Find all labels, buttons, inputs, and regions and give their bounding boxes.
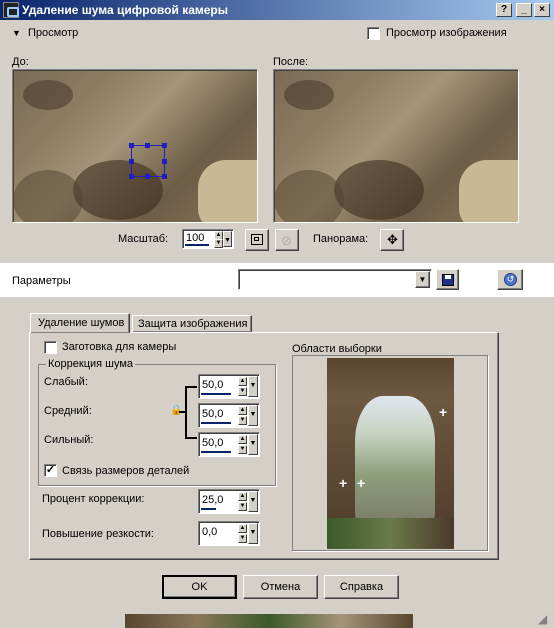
dropdown-arrow-icon[interactable]: ▼ bbox=[415, 271, 430, 288]
app-icon bbox=[3, 2, 19, 18]
show-image-checkbox[interactable] bbox=[367, 27, 380, 40]
weak-label: Слабый: bbox=[44, 376, 88, 388]
arrow-down-icon[interactable]: ▼ bbox=[238, 534, 247, 543]
title-bar[interactable]: Удаление шума цифровой камеры ? _ × bbox=[0, 0, 554, 20]
pan-label: Панорама: bbox=[313, 233, 369, 245]
parameters-label: Параметры bbox=[12, 275, 71, 287]
zoom-fit-button[interactable] bbox=[245, 229, 269, 251]
triangle-down-icon: ▼ bbox=[12, 28, 21, 38]
sample-areas-title: Области выборки bbox=[292, 343, 382, 355]
correction-stepper[interactable]: 25,0 ▲ ▼ ▼ bbox=[198, 489, 260, 514]
camera-preset-checkbox[interactable] bbox=[44, 341, 57, 354]
after-label: После: bbox=[273, 56, 309, 68]
cave-opening bbox=[355, 396, 435, 526]
arrow-up-icon[interactable]: ▲ bbox=[238, 377, 247, 386]
help-button[interactable]: Справка bbox=[324, 575, 399, 599]
background-image-strip bbox=[125, 614, 413, 628]
resize-grip-icon[interactable]: ◢ bbox=[538, 612, 552, 626]
sample-marker-icon[interactable]: + bbox=[357, 475, 365, 491]
dropdown-icon[interactable]: ▼ bbox=[248, 405, 258, 426]
close-icon[interactable]: × bbox=[534, 3, 550, 17]
floppy-disk-icon bbox=[442, 274, 454, 286]
cave-floor bbox=[327, 518, 454, 549]
help-icon[interactable]: ? bbox=[496, 3, 512, 17]
arrow-up-icon[interactable]: ▲ bbox=[238, 435, 247, 444]
after-preview[interactable] bbox=[273, 69, 519, 223]
zoom-label: Масштаб: bbox=[118, 233, 169, 245]
no-entry-icon: ⊘ bbox=[281, 233, 292, 248]
preview-toggle-label: Просмотр bbox=[28, 27, 79, 39]
show-image-label: Просмотр изображения bbox=[386, 27, 507, 39]
reset-button[interactable]: ↺ bbox=[497, 269, 523, 290]
weak-stepper[interactable]: 50,0 ▲ ▼ ▼ bbox=[198, 374, 260, 399]
fit-window-icon bbox=[251, 234, 263, 245]
preset-select[interactable]: ▼ bbox=[238, 269, 432, 290]
cancel-button[interactable]: Отмена bbox=[243, 575, 318, 599]
correction-label: Процент коррекции: bbox=[42, 493, 145, 505]
move-icon: ✥ bbox=[387, 232, 398, 247]
arrow-down-icon[interactable]: ▼ bbox=[238, 502, 247, 511]
sample-marker-icon[interactable]: + bbox=[439, 404, 447, 420]
before-label: До: bbox=[12, 56, 29, 68]
tab-noise-removal[interactable]: Удаление шумов bbox=[30, 313, 130, 333]
arrow-down-icon[interactable]: ▼ bbox=[238, 445, 247, 454]
reset-zoom-button[interactable]: ⊘ bbox=[275, 229, 299, 251]
arrow-up-icon[interactable]: ▲ bbox=[238, 492, 247, 501]
medium-stepper[interactable]: 50,0 ▲ ▼ ▼ bbox=[198, 403, 260, 428]
pan-button[interactable]: ✥ bbox=[380, 229, 404, 251]
strong-stepper[interactable]: 50,0 ▲ ▼ ▼ bbox=[198, 432, 260, 457]
arrow-down-icon[interactable]: ▼ bbox=[238, 387, 247, 396]
selection-box[interactable] bbox=[129, 143, 167, 179]
sharpen-stepper[interactable]: 0,0 ▲ ▼ ▼ bbox=[198, 521, 260, 546]
arrow-down-icon[interactable]: ▼ bbox=[238, 416, 247, 425]
strong-label: Сильный: bbox=[44, 434, 94, 446]
minimize-icon[interactable]: _ bbox=[516, 3, 532, 17]
tab-panel: Заготовка для камеры Коррекция шума Слаб… bbox=[29, 332, 499, 560]
dropdown-icon[interactable]: ▼ bbox=[223, 231, 232, 247]
arrow-down-icon[interactable]: ▼ bbox=[214, 239, 223, 248]
zoom-stepper[interactable]: 100 ▲ ▼ ▼ bbox=[182, 229, 234, 249]
zoom-value: 100 bbox=[186, 232, 205, 244]
link-details-label: Связь размеров деталей bbox=[62, 465, 190, 477]
dropdown-icon[interactable]: ▼ bbox=[248, 376, 258, 397]
camera-preset-label: Заготовка для камеры bbox=[62, 341, 177, 353]
sample-marker-icon[interactable]: + bbox=[339, 475, 347, 491]
save-preset-button[interactable] bbox=[436, 269, 459, 290]
before-preview[interactable] bbox=[12, 69, 258, 223]
ok-button[interactable]: OK bbox=[162, 575, 237, 599]
arrow-up-icon[interactable]: ▲ bbox=[238, 406, 247, 415]
preview-toggle[interactable]: ▼ Просмотр bbox=[12, 27, 132, 41]
sample-image[interactable]: + + + bbox=[327, 358, 454, 549]
medium-label: Средний: bbox=[44, 405, 92, 417]
window-title: Удаление шума цифровой камеры bbox=[22, 3, 228, 17]
noise-correction-title: Коррекция шума bbox=[46, 358, 136, 370]
link-details-checkbox[interactable]: ✓ bbox=[44, 464, 57, 477]
dropdown-icon[interactable]: ▼ bbox=[248, 434, 258, 455]
dialog-window: Удаление шума цифровой камеры ? _ × ▼ Пр… bbox=[0, 0, 554, 628]
undo-icon: ↺ bbox=[504, 273, 517, 286]
dropdown-icon[interactable]: ▼ bbox=[248, 523, 258, 544]
parameters-bar: Параметры ▼ ↺ bbox=[0, 263, 554, 297]
tab-image-protection[interactable]: Защита изображения bbox=[132, 315, 252, 332]
arrow-up-icon[interactable]: ▲ bbox=[238, 524, 247, 533]
sharpen-label: Повышение резкости: bbox=[42, 528, 154, 540]
link-bracket-tick bbox=[179, 411, 187, 413]
dropdown-icon[interactable]: ▼ bbox=[248, 491, 258, 512]
